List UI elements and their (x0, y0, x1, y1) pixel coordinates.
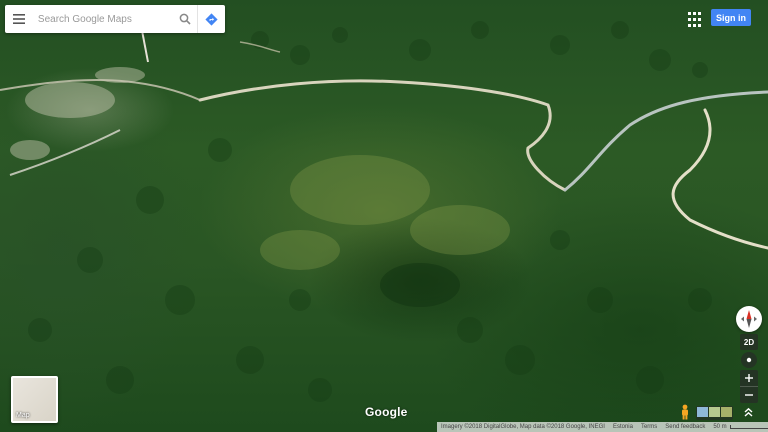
map-controls: 2D (740, 334, 758, 403)
imagery-thumbnail[interactable] (697, 407, 708, 417)
send-feedback-link[interactable]: Send feedback (661, 424, 709, 430)
directions-icon (205, 12, 218, 26)
imagery-thumbnail-strip (696, 406, 733, 420)
my-location-button[interactable] (741, 352, 757, 368)
search-input[interactable] (33, 7, 174, 31)
map-footer: Imagery ©2018 DigitalGlobe, Map data ©20… (437, 422, 768, 432)
search-button[interactable] (174, 5, 197, 33)
apps-grid-icon[interactable] (686, 10, 706, 30)
menu-icon (13, 14, 26, 24)
imagery-attribution: Imagery ©2018 DigitalGlobe, Map data ©20… (441, 424, 605, 430)
scale-label: 50 m (713, 424, 727, 430)
map-layer-toggle[interactable]: Map (11, 376, 58, 423)
expand-imagery-button[interactable] (740, 404, 756, 420)
compass-button[interactable] (736, 306, 762, 332)
zoom-out-button[interactable] (740, 386, 758, 403)
scale-bar[interactable]: 50 m (709, 424, 768, 430)
directions-button[interactable] (197, 5, 225, 33)
minus-icon (745, 394, 753, 396)
zoom-in-button[interactable] (740, 370, 758, 386)
imagery-thumbnail[interactable] (709, 407, 720, 417)
scale-line (729, 425, 768, 429)
search-icon (180, 13, 192, 25)
location-icon (746, 357, 752, 363)
pegman-icon[interactable] (679, 404, 691, 420)
satellite-map[interactable] (0, 0, 768, 432)
tilt-toggle-button[interactable]: 2D (740, 334, 758, 350)
imagery-thumbnail[interactable] (721, 407, 732, 417)
map-layer-label: Map (16, 412, 30, 419)
google-logo: Google (365, 405, 408, 419)
menu-button[interactable] (5, 5, 34, 33)
plus-icon (745, 374, 753, 382)
search-box (5, 5, 225, 33)
country-link[interactable]: Estonia (609, 424, 637, 430)
chevron-up-icon (744, 407, 752, 417)
map-imagery (0, 19, 768, 402)
sign-in-button[interactable]: Sign in (711, 9, 751, 26)
terms-link[interactable]: Terms (637, 424, 661, 430)
pegman-figure (682, 404, 688, 420)
compass-icon (741, 310, 757, 328)
